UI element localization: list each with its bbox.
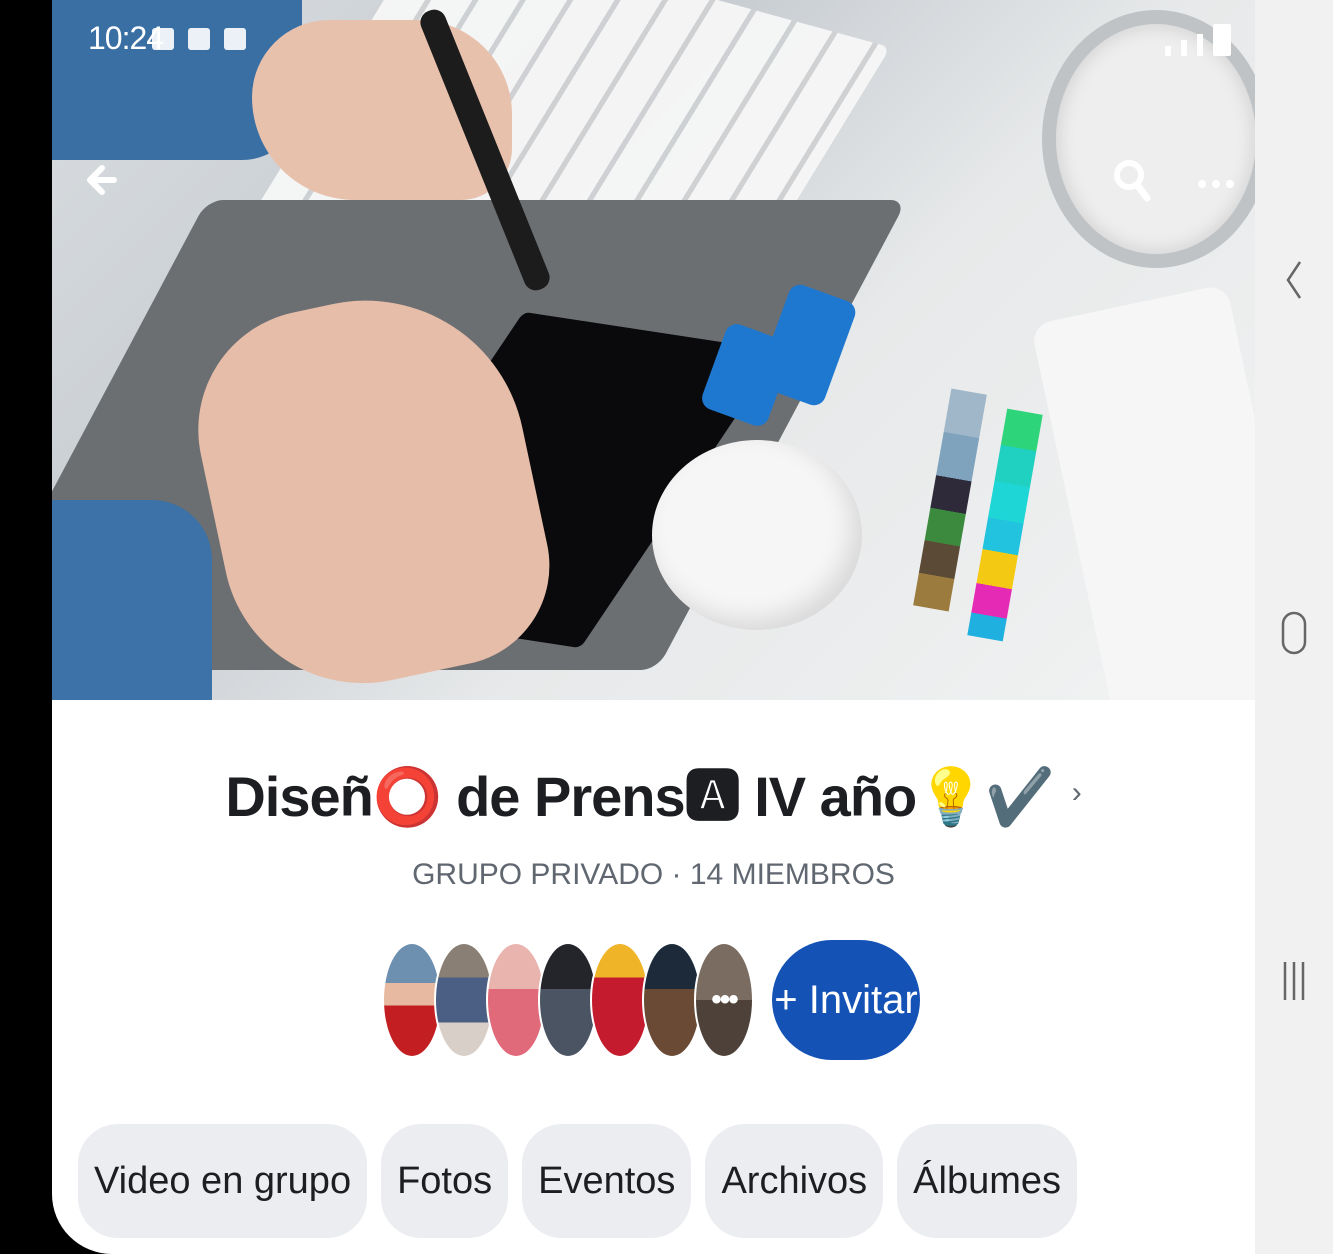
search-icon[interactable] — [1112, 158, 1152, 202]
group-title: Diseñ⭕ de Prens🅰 IV año💡✔️ — [225, 765, 1054, 828]
signal-icon — [1165, 46, 1171, 56]
tab-eventos[interactable]: Eventos — [522, 1124, 692, 1238]
more-members-icon: ••• — [711, 983, 738, 1016]
signal-battery-icons — [1165, 24, 1231, 56]
chevron-right-icon[interactable]: › — [1072, 776, 1082, 810]
signal-icon — [1181, 40, 1187, 56]
chevron-left-icon[interactable] — [1255, 258, 1333, 302]
avatar[interactable] — [486, 942, 546, 1058]
cover-illustration-swatch — [913, 388, 987, 612]
system-navigation-bar — [1255, 0, 1333, 1254]
group-meta: GRUPO PRIVADO · 14 MIEMBROS — [412, 858, 895, 891]
tab-albumes[interactable]: Álbumes — [897, 1124, 1077, 1238]
avatar[interactable] — [538, 942, 598, 1058]
signal-icon — [1197, 34, 1203, 56]
app-notification-icon — [188, 28, 210, 50]
app-notification-icon — [224, 28, 246, 50]
avatar[interactable] — [590, 942, 650, 1058]
group-cover-photo[interactable]: 10:24 — [52, 0, 1255, 700]
group-tabs: Video en grupo Fotos Eventos Archivos Ál… — [78, 1124, 1077, 1238]
app-notification-icon — [152, 28, 174, 50]
home-circle-icon[interactable] — [1255, 610, 1333, 656]
app-screen: 10:24 Diseñ⭕ de Prens🅰 IV año💡✔️ › GRUPO… — [52, 0, 1255, 1254]
tab-archivos[interactable]: Archivos — [705, 1124, 884, 1238]
cover-illustration-swatch — [967, 408, 1043, 642]
back-arrow-icon[interactable] — [78, 160, 118, 200]
invite-button[interactable]: + Invitar — [772, 940, 920, 1060]
more-dots-icon[interactable] — [1194, 160, 1238, 200]
cover-illustration-sleeve — [52, 500, 212, 700]
avatar[interactable] — [382, 942, 442, 1058]
tab-video-en-grupo[interactable]: Video en grupo — [78, 1124, 368, 1238]
status-bar: 10:24 — [52, 0, 1255, 70]
group-title-row[interactable]: Diseñ⭕ de Prens🅰 IV año💡✔️ › — [52, 752, 1255, 833]
cover-illustration-paper — [1030, 283, 1255, 700]
recents-lines-icon[interactable] — [1255, 958, 1333, 1004]
avatar[interactable] — [434, 942, 494, 1058]
cover-illustration-mouse — [652, 440, 862, 630]
avatar[interactable] — [642, 942, 702, 1058]
notification-icons — [152, 28, 246, 50]
tab-fotos[interactable]: Fotos — [381, 1124, 509, 1238]
member-avatars-row: ••• + Invitar — [382, 940, 920, 1060]
battery-icon — [1213, 24, 1231, 56]
more-members-avatar[interactable]: ••• — [694, 942, 754, 1058]
